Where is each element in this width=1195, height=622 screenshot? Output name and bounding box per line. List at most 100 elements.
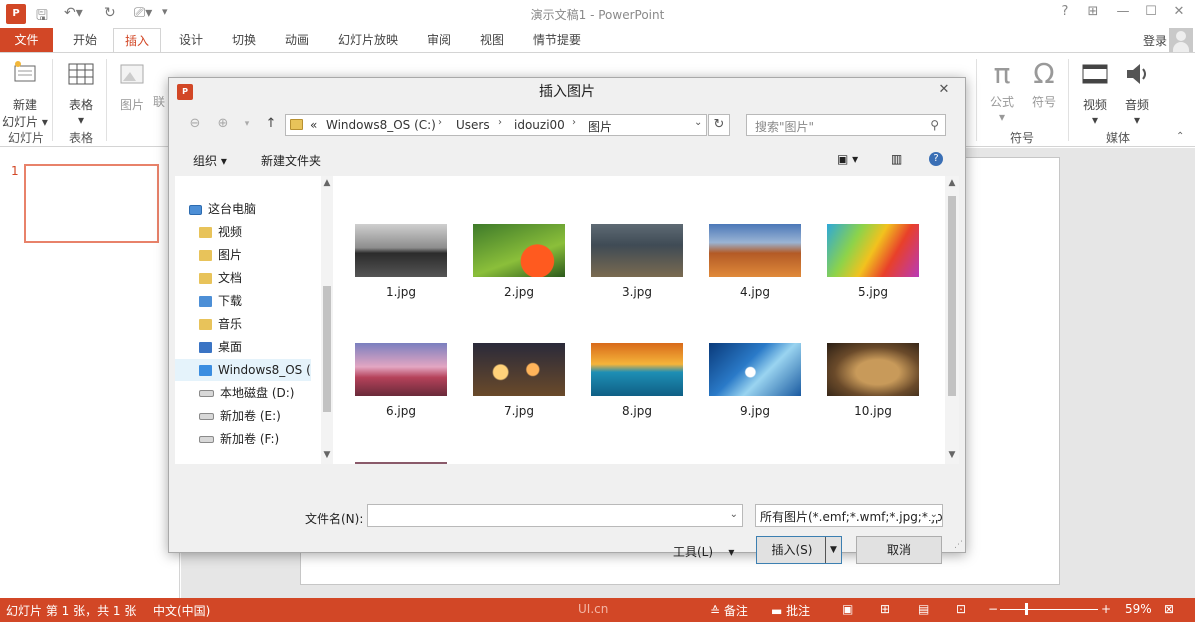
- tab-storyboarding[interactable]: 情节提要: [523, 28, 591, 52]
- new-folder-button[interactable]: 新建文件夹: [261, 152, 321, 169]
- tab-design[interactable]: 设计: [169, 28, 213, 52]
- file-item[interactable]: 9.jpg: [709, 343, 801, 418]
- address-bar[interactable]: « Windows8_OS (C:) › Users › idouzi00 › …: [285, 114, 707, 136]
- insert-button[interactable]: 插入(S) ▼: [756, 536, 842, 564]
- equation-button[interactable]: π 公式 ▾: [984, 59, 1020, 125]
- insert-options-chevron-icon[interactable]: ▼: [825, 537, 841, 563]
- collapse-ribbon-icon[interactable]: ⌃: [1176, 131, 1184, 142]
- chevron-right-icon[interactable]: ›: [438, 117, 442, 128]
- file-item[interactable]: 6.jpg: [355, 343, 447, 418]
- tools-button[interactable]: 工具(L) ▾: [673, 543, 734, 560]
- chevron-down-icon[interactable]: ⌄: [730, 509, 738, 520]
- file-item[interactable]: 2.jpg: [473, 224, 565, 299]
- chevron-down-icon[interactable]: ⌄: [694, 117, 702, 128]
- file-item[interactable]: 1.jpg: [355, 224, 447, 299]
- tab-home[interactable]: 开始: [63, 28, 107, 52]
- tree-item-drive-e[interactable]: 新加卷 (E:): [199, 405, 335, 427]
- preview-pane-icon[interactable]: ▥: [891, 152, 902, 166]
- online-picture-button[interactable]: 联: [152, 59, 166, 110]
- zoom-slider-track[interactable]: [1000, 609, 1098, 610]
- chevron-right-icon[interactable]: ›: [572, 117, 576, 128]
- chevron-down-icon[interactable]: ⌄: [927, 509, 938, 520]
- avatar[interactable]: [1169, 28, 1193, 52]
- file-list-scroll-thumb[interactable]: [948, 196, 956, 396]
- language-indicator[interactable]: 中文(中国): [153, 602, 210, 619]
- tree-item-pictures[interactable]: 图片: [199, 244, 335, 266]
- help-icon[interactable]: ?: [1055, 4, 1075, 19]
- tab-insert[interactable]: 插入: [113, 28, 161, 52]
- zoom-out-icon[interactable]: −: [988, 602, 998, 616]
- tab-review[interactable]: 审阅: [417, 28, 461, 52]
- zoom-slider-thumb[interactable]: [1025, 603, 1028, 615]
- scroll-up-icon[interactable]: ▲: [945, 178, 959, 188]
- maximize-icon[interactable]: ☐: [1141, 4, 1161, 19]
- comments-button[interactable]: ▬ 批注: [771, 602, 810, 619]
- fit-to-window-icon[interactable]: ⊠: [1164, 602, 1174, 616]
- resize-grip-icon[interactable]: ⋰: [954, 540, 963, 550]
- forward-arrow-icon[interactable]: ⊕: [213, 114, 233, 134]
- file-item[interactable]: 10.jpg: [827, 343, 919, 418]
- scroll-down-icon[interactable]: ▼: [945, 450, 959, 460]
- tree-item-drive-d[interactable]: 本地磁盘 (D:): [199, 382, 335, 404]
- ribbon-display-options-icon[interactable]: ⊞: [1083, 4, 1103, 19]
- tree-scrollbar[interactable]: ▲ ▼: [321, 176, 333, 464]
- breadcrumb-user[interactable]: idouzi00: [514, 118, 565, 132]
- change-view-icon[interactable]: ▣ ▾: [837, 152, 858, 166]
- search-input[interactable]: 搜索"图片" ⚲: [746, 114, 946, 136]
- file-item[interactable]: 5.jpg: [827, 224, 919, 299]
- reading-view-icon[interactable]: ▤: [918, 602, 929, 616]
- tab-animations[interactable]: 动画: [275, 28, 319, 52]
- address-overflow[interactable]: «: [310, 118, 317, 132]
- tree-scroll-thumb[interactable]: [323, 286, 331, 412]
- dialog-close-button[interactable]: ✕: [931, 80, 957, 100]
- organize-button[interactable]: 组织 ▾: [193, 152, 227, 169]
- file-item[interactable]: 4.jpg: [709, 224, 801, 299]
- slide-sorter-icon[interactable]: ⊞: [880, 602, 890, 616]
- tree-item-videos[interactable]: 视频: [199, 221, 335, 243]
- zoom-in-icon[interactable]: +: [1101, 602, 1111, 616]
- tree-item-downloads[interactable]: 下载: [199, 290, 335, 312]
- cancel-button[interactable]: 取消: [856, 536, 942, 564]
- present-from-beginning-icon[interactable]: ⎚▾: [134, 5, 152, 21]
- breadcrumb-users[interactable]: Users: [456, 118, 490, 132]
- close-icon[interactable]: ✕: [1169, 4, 1189, 19]
- recent-locations-icon[interactable]: ▾: [237, 114, 257, 134]
- scroll-down-icon[interactable]: ▼: [321, 450, 333, 460]
- tab-transitions[interactable]: 切换: [222, 28, 266, 52]
- table-button[interactable]: 表格 ▾: [60, 59, 102, 127]
- customize-qat-icon[interactable]: ▾: [162, 5, 168, 18]
- refresh-icon[interactable]: ↻: [708, 114, 730, 136]
- tab-slideshow[interactable]: 幻灯片放映: [328, 28, 408, 52]
- symbol-button[interactable]: Ω 符号: [1026, 59, 1062, 110]
- tree-item-this-pc[interactable]: 这台电脑: [189, 198, 325, 220]
- tree-item-drive-f[interactable]: 新加卷 (F:): [199, 428, 335, 450]
- up-arrow-icon[interactable]: ↑: [261, 114, 281, 134]
- tab-view[interactable]: 视图: [470, 28, 514, 52]
- undo-icon[interactable]: ↶▾: [64, 5, 83, 21]
- slide-thumbnail[interactable]: [24, 164, 159, 243]
- file-item[interactable]: 8.jpg: [591, 343, 683, 418]
- tree-item-documents[interactable]: 文档: [199, 267, 335, 289]
- help-icon[interactable]: ?: [929, 152, 943, 166]
- chevron-right-icon[interactable]: ›: [498, 117, 502, 128]
- scroll-up-icon[interactable]: ▲: [321, 178, 333, 188]
- redo-icon[interactable]: ↻: [104, 5, 116, 21]
- new-slide-button[interactable]: 新建 幻灯片 ▾: [2, 59, 48, 130]
- breadcrumb-drive[interactable]: Windows8_OS (C:): [326, 118, 436, 132]
- minimize-icon[interactable]: —: [1113, 4, 1133, 19]
- back-arrow-icon[interactable]: ⊖: [185, 114, 205, 134]
- file-item[interactable]: 3.jpg: [591, 224, 683, 299]
- audio-button[interactable]: 音频 ▾: [1118, 59, 1156, 127]
- tree-item-desktop[interactable]: 桌面: [199, 336, 335, 358]
- filename-input[interactable]: ⌄: [367, 504, 743, 527]
- file-list-scrollbar[interactable]: ▲ ▼: [945, 176, 959, 464]
- tab-file[interactable]: 文件: [0, 28, 53, 52]
- save-icon[interactable]: 🖫: [36, 5, 48, 29]
- tree-item-drive-c[interactable]: Windows8_OS (C:): [175, 359, 311, 381]
- video-button[interactable]: 视频 ▾: [1076, 59, 1114, 127]
- breadcrumb-pictures[interactable]: 图片: [588, 118, 612, 135]
- notes-button[interactable]: ≙ 备注: [710, 602, 748, 619]
- normal-view-icon[interactable]: ▣: [842, 602, 853, 616]
- login-link[interactable]: 登录: [1143, 32, 1167, 49]
- tree-item-music[interactable]: 音乐: [199, 313, 335, 335]
